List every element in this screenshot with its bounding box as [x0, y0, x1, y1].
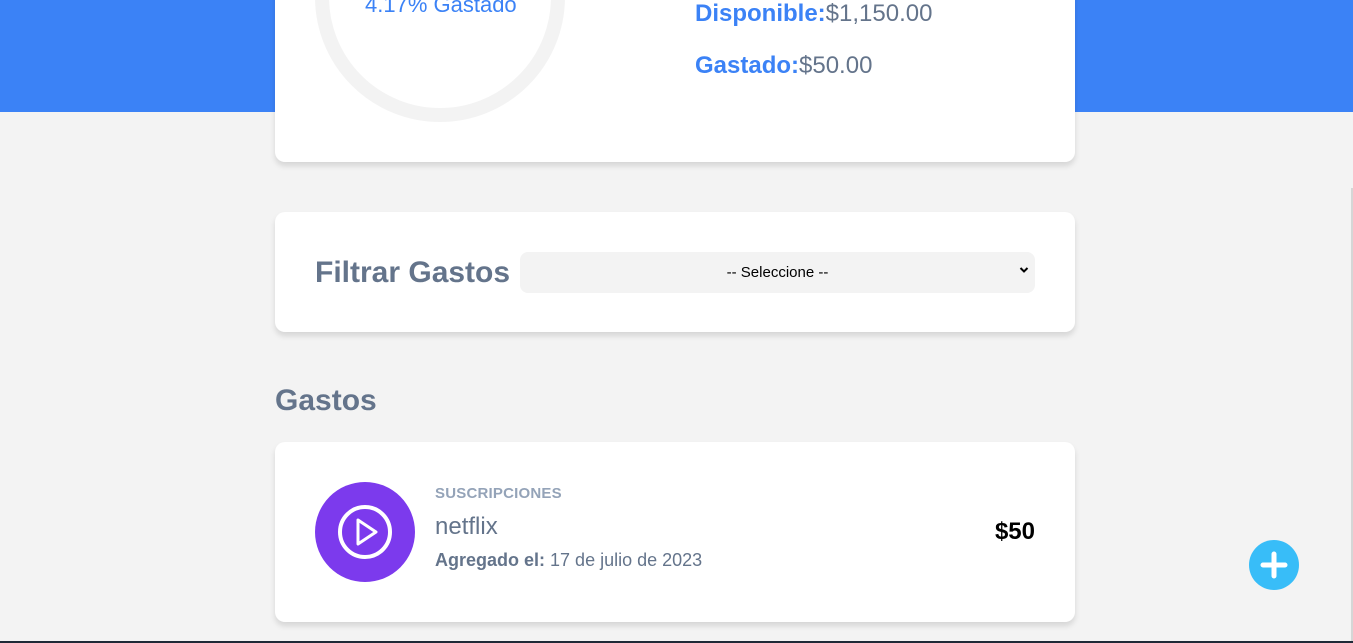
filter-title: Filtrar Gastos [315, 256, 511, 289]
spent-amount: Gastado:$50.00 [695, 52, 872, 80]
expense-amount: $50 [994, 518, 1035, 545]
spent-label: Gastado: [695, 52, 800, 79]
budget-progress-ring [315, 0, 565, 122]
category-filter-select[interactable]: -- Seleccione -- [520, 252, 1035, 293]
chevron-down-icon [1019, 267, 1029, 273]
expense-name: netflix [435, 513, 498, 540]
expense-item[interactable]: SUSCRIPCIONES netflix Agregado el: 17 de… [275, 442, 1075, 622]
expenses-section-title: Gastos [275, 384, 377, 417]
filter-card: Filtrar Gastos -- Seleccione -- [275, 212, 1075, 332]
expense-category: SUSCRIPCIONES [435, 485, 562, 502]
budget-percent-label: 4.17% Gastado [365, 0, 517, 17]
available-label: Disponible: [695, 0, 826, 27]
available-amount: Disponible:$1,150.00 [695, 0, 932, 28]
expense-date: Agregado el: 17 de julio de 2023 [435, 550, 702, 571]
plus-icon [1260, 551, 1288, 579]
expense-date-label: Agregado el: [435, 550, 546, 570]
available-value: $1,150.00 [825, 0, 933, 27]
add-expense-button[interactable] [1249, 540, 1299, 590]
play-circle-icon [315, 482, 415, 582]
budget-summary-card: 4.17% Gastado Disponible:$1,150.00 Gasta… [275, 0, 1075, 162]
expense-date-value: 17 de julio de 2023 [550, 550, 703, 570]
spent-value: $50.00 [799, 52, 873, 79]
filter-selected-value: -- Seleccione -- [726, 264, 829, 281]
